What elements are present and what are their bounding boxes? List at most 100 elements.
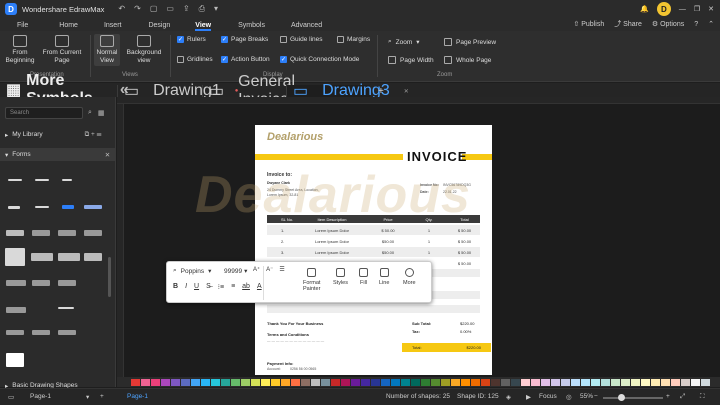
maximize-icon[interactable]: ❐ — [694, 5, 700, 13]
color-swatch[interactable] — [701, 378, 710, 386]
bell-icon[interactable]: 🔔 — [640, 5, 649, 13]
zoom-level[interactable]: 55% — [580, 393, 593, 400]
fit-page-icon[interactable]: ◎ — [566, 393, 572, 401]
color-swatch[interactable] — [591, 378, 600, 386]
form-thumbnail[interactable] — [6, 330, 24, 335]
color-swatch[interactable] — [141, 378, 150, 386]
color-swatch[interactable] — [181, 378, 190, 386]
background-view-button[interactable]: Background view — [124, 35, 164, 65]
color-swatch[interactable] — [211, 378, 220, 386]
italic-icon[interactable]: I — [185, 283, 187, 291]
form-thumbnail[interactable] — [6, 280, 26, 286]
color-swatch[interactable] — [571, 378, 580, 386]
page-layout-icon[interactable]: ▭ — [8, 393, 14, 401]
tab-general-invoice[interactable]: ▭ General Invoice ● — [202, 73, 313, 108]
tab-drawing1[interactable]: ▭ Drawing1 ● — [117, 82, 238, 100]
increase-font-icon[interactable]: A⁺ — [253, 266, 260, 273]
invoice-logo[interactable]: Dealarious — [267, 131, 323, 143]
strikethrough-icon[interactable]: S̶ — [206, 283, 211, 291]
open-icon[interactable]: ▭ — [166, 4, 174, 14]
options-button[interactable]: ⚙ Options — [652, 20, 684, 28]
table-row[interactable]: 2. Lorem Ipsum Dolor $50.00 1 $ 50.00 — [267, 236, 480, 246]
form-thumbnail[interactable] — [6, 230, 24, 236]
color-swatch[interactable] — [391, 378, 400, 386]
zoom-out-icon[interactable]: − — [594, 393, 598, 400]
color-swatch[interactable] — [581, 378, 590, 386]
close-icon[interactable]: ✕ — [708, 5, 714, 13]
menu-advanced[interactable]: Advanced — [291, 22, 322, 31]
add-page-icon[interactable]: + — [100, 393, 104, 400]
print-icon[interactable]: ⎙ — [199, 4, 205, 14]
color-swatch[interactable] — [521, 378, 530, 386]
collapse-ribbon-icon[interactable]: ⌃ — [708, 20, 714, 28]
color-swatch[interactable] — [681, 378, 690, 386]
help-icon[interactable]: ? — [694, 21, 698, 28]
page-selector[interactable]: Page-1 — [30, 393, 51, 400]
color-swatch[interactable] — [431, 378, 440, 386]
table-row-empty[interactable] — [267, 305, 480, 313]
gridlines-checkbox[interactable]: Gridlines — [177, 56, 213, 63]
color-swatch[interactable] — [491, 378, 500, 386]
redo-icon[interactable]: ↷ — [134, 4, 141, 14]
color-swatch[interactable] — [221, 378, 230, 386]
export-icon[interactable]: ⇪ — [183, 4, 190, 14]
form-thumbnail[interactable] — [58, 330, 76, 335]
menu-insert[interactable]: Insert — [104, 22, 122, 31]
color-swatch[interactable] — [421, 378, 430, 386]
menu-home[interactable]: Home — [59, 22, 78, 31]
color-swatch[interactable] — [441, 378, 450, 386]
library-scrollbar[interactable] — [108, 257, 111, 297]
save-icon[interactable]: ▢ — [150, 4, 158, 14]
menu-view[interactable]: View — [195, 22, 211, 31]
account-number[interactable]: 0256 56 00 0565 — [290, 367, 316, 372]
forms-row[interactable]: ▾ Forms ✕ — [0, 148, 116, 161]
fill-button[interactable]: Fill — [359, 268, 368, 286]
color-swatch[interactable] — [671, 378, 680, 386]
color-swatch[interactable] — [161, 378, 170, 386]
bulleted-list-icon[interactable]: ⁝≡ — [218, 283, 224, 291]
quick-connection-checkbox[interactable]: ✓ Quick Connection Mode — [280, 56, 359, 63]
form-thumbnail[interactable] — [62, 179, 72, 181]
guide-lines-checkbox[interactable]: Guide lines — [280, 36, 323, 43]
form-thumbnail[interactable] — [32, 330, 50, 335]
form-thumbnail[interactable] — [6, 353, 24, 367]
color-swatch[interactable] — [501, 378, 510, 386]
library-action-icons[interactable]: ⧉ + ☰ — [85, 131, 102, 139]
numbered-list-icon[interactable]: ≡ — [231, 283, 235, 291]
color-swatch[interactable] — [401, 378, 410, 386]
more-button[interactable]: More — [403, 268, 416, 286]
font-size-dropdown[interactable]: 99999 ▾ — [224, 267, 247, 276]
from-beginning-button[interactable]: From Beginning — [4, 35, 36, 65]
whole-page-button[interactable]: Whole Page — [444, 56, 491, 64]
zoom-dropdown[interactable]: ⌕ Zoom ▾ — [388, 38, 420, 46]
focus-icon[interactable]: ▶ — [526, 393, 531, 401]
form-thumbnail[interactable] — [6, 307, 26, 313]
page-breaks-checkbox[interactable]: ✓ Page Breaks — [221, 36, 268, 43]
format-painter-button[interactable]: Format Painter — [303, 268, 320, 292]
form-thumbnail[interactable] — [5, 248, 25, 266]
menu-symbols[interactable]: Symbols — [238, 22, 265, 31]
color-swatch[interactable] — [281, 378, 290, 386]
zoom-slider[interactable] — [603, 397, 663, 399]
color-swatch[interactable] — [361, 378, 370, 386]
fit-window-icon[interactable]: ⤢ — [680, 393, 685, 401]
color-swatch[interactable] — [611, 378, 620, 386]
form-thumbnail[interactable] — [32, 230, 50, 236]
close-icon[interactable]: ✕ — [105, 151, 110, 159]
zoom-in-icon[interactable]: + — [666, 393, 670, 400]
form-thumbnail[interactable] — [62, 205, 74, 209]
styles-button[interactable]: Styles — [333, 268, 348, 286]
color-swatch[interactable] — [171, 378, 180, 386]
color-swatch[interactable] — [261, 378, 270, 386]
form-thumbnail[interactable] — [31, 253, 53, 261]
bold-icon[interactable]: B — [173, 283, 178, 291]
form-thumbnail[interactable] — [35, 179, 49, 181]
form-thumbnail[interactable] — [84, 205, 102, 209]
add-tab-button[interactable]: + — [372, 85, 390, 97]
invoice-title[interactable]: INVOICE — [407, 149, 467, 164]
avatar[interactable]: D — [656, 2, 671, 16]
more-icon[interactable]: ▾ — [214, 4, 218, 14]
color-swatch[interactable] — [301, 378, 310, 386]
color-swatch[interactable] — [201, 378, 210, 386]
normal-view-button[interactable]: Normal View — [94, 34, 120, 66]
